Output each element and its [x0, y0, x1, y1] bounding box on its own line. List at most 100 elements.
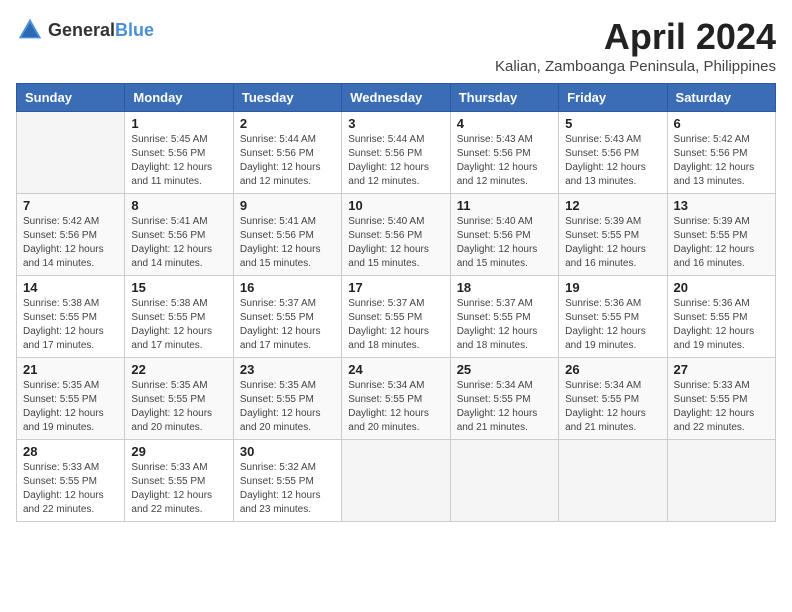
calendar-week-row: 28Sunrise: 5:33 AMSunset: 5:55 PMDayligh… [17, 440, 776, 522]
calendar-cell: 13 Sunrise: 5:39 AMSunset: 5:55 PMDayligh… [667, 194, 775, 276]
day-number: 1 [131, 116, 226, 131]
day-number: 23 [240, 362, 335, 377]
weekday-header-tuesday: Tuesday [233, 84, 341, 112]
calendar-cell: 25Sunrise: 5:34 AMSunset: 5:55 PMDayligh… [450, 358, 558, 440]
day-number: 30 [240, 444, 335, 459]
weekday-header-sunday: Sunday [17, 84, 125, 112]
day-number: 16 [240, 280, 335, 295]
day-info: Sunrise: 5:38 AMSunset: 5:55 PMDaylight:… [131, 297, 226, 353]
day-number: 8 [131, 198, 226, 213]
calendar-cell: 3 Sunrise: 5:44 AMSunset: 5:56 PMDaylight… [342, 112, 450, 194]
day-number: 27 [674, 362, 769, 377]
day-info: Sunrise: 5:40 AMSunset: 5:56 PMDaylight:… [457, 215, 552, 271]
day-info: Sunrise: 5:39 AMSunset: 5:55 PMDaylight:… [674, 215, 769, 271]
day-number: 10 [348, 198, 443, 213]
calendar-cell: 1 Sunrise: 5:45 AMSunset: 5:56 PMDaylight… [125, 112, 233, 194]
calendar-cell: 27 Sunrise: 5:33 AMSunset: 5:55 PMDayligh… [667, 358, 775, 440]
day-number: 22 [131, 362, 226, 377]
weekday-header-saturday: Saturday [667, 84, 775, 112]
day-info: Sunrise: 5:34 AMSunset: 5:55 PMDaylight:… [348, 379, 443, 435]
calendar-cell: 5 Sunrise: 5:43 AMSunset: 5:56 PMDaylight… [559, 112, 667, 194]
calendar-table: SundayMondayTuesdayWednesdayThursdayFrid… [16, 83, 776, 522]
calendar-cell [342, 440, 450, 522]
day-number: 5 [565, 116, 660, 131]
calendar-cell [667, 440, 775, 522]
day-info: Sunrise: 5:43 AMSunset: 5:56 PMDaylight:… [565, 133, 660, 189]
calendar-cell: 14 Sunrise: 5:38 AMSunset: 5:55 PMDayligh… [17, 276, 125, 358]
calendar-cell: 11 Sunrise: 5:40 AMSunset: 5:56 PMDayligh… [450, 194, 558, 276]
calendar-cell: 7Sunrise: 5:42 AMSunset: 5:56 PMDaylight… [17, 194, 125, 276]
day-info: Sunrise: 5:39 AMSunset: 5:55 PMDaylight:… [565, 215, 660, 271]
calendar-cell: 18 Sunrise: 5:37 AMSunset: 5:55 PMDayligh… [450, 276, 558, 358]
calendar-cell: 15 Sunrise: 5:38 AMSunset: 5:55 PMDayligh… [125, 276, 233, 358]
calendar-cell: 22 Sunrise: 5:35 AMSunset: 5:55 PMDayligh… [125, 358, 233, 440]
day-info: Sunrise: 5:36 AMSunset: 5:55 PMDaylight:… [674, 297, 769, 353]
calendar-cell: 8Sunrise: 5:41 AMSunset: 5:56 PMDaylight… [125, 194, 233, 276]
day-number: 3 [348, 116, 443, 131]
calendar-cell: 19 Sunrise: 5:36 AMSunset: 5:55 PMDayligh… [559, 276, 667, 358]
day-number: 18 [457, 280, 552, 295]
logo: GeneralBlue [16, 16, 154, 44]
day-number: 21 [23, 362, 118, 377]
logo-text-blue: Blue [115, 20, 154, 40]
calendar-cell: 20 Sunrise: 5:36 AMSunset: 5:55 PMDayligh… [667, 276, 775, 358]
day-info: Sunrise: 5:37 AMSunset: 5:55 PMDaylight:… [457, 297, 552, 353]
day-info: Sunrise: 5:40 AMSunset: 5:56 PMDaylight:… [348, 215, 443, 271]
day-number: 4 [457, 116, 552, 131]
day-number: 24 [348, 362, 443, 377]
day-info: Sunrise: 5:32 AMSunset: 5:55 PMDaylight:… [240, 461, 335, 517]
day-info: Sunrise: 5:35 AMSunset: 5:55 PMDaylight:… [240, 379, 335, 435]
calendar-week-row: 14 Sunrise: 5:38 AMSunset: 5:55 PMDayligh… [17, 276, 776, 358]
calendar-cell: 28Sunrise: 5:33 AMSunset: 5:55 PMDayligh… [17, 440, 125, 522]
day-number: 19 [565, 280, 660, 295]
day-info: Sunrise: 5:43 AMSunset: 5:56 PMDaylight:… [457, 133, 552, 189]
day-info: Sunrise: 5:45 AMSunset: 5:56 PMDaylight:… [131, 133, 226, 189]
day-info: Sunrise: 5:44 AMSunset: 5:56 PMDaylight:… [240, 133, 335, 189]
calendar-cell: 6 Sunrise: 5:42 AMSunset: 5:56 PMDaylight… [667, 112, 775, 194]
day-number: 11 [457, 198, 552, 213]
day-number: 9 [240, 198, 335, 213]
day-info: Sunrise: 5:34 AMSunset: 5:55 PMDaylight:… [457, 379, 552, 435]
logo-icon [16, 16, 44, 44]
weekday-header-row: SundayMondayTuesdayWednesdayThursdayFrid… [17, 84, 776, 112]
day-info: Sunrise: 5:33 AMSunset: 5:55 PMDaylight:… [674, 379, 769, 435]
day-info: Sunrise: 5:42 AMSunset: 5:56 PMDaylight:… [674, 133, 769, 189]
weekday-header-wednesday: Wednesday [342, 84, 450, 112]
calendar-cell: 12 Sunrise: 5:39 AMSunset: 5:55 PMDayligh… [559, 194, 667, 276]
calendar-week-row: 21 Sunrise: 5:35 AMSunset: 5:55 PMDayligh… [17, 358, 776, 440]
day-number: 12 [565, 198, 660, 213]
title-area: April 2024 Kalian, Zamboanga Peninsula, … [495, 16, 776, 75]
calendar-cell: 4 Sunrise: 5:43 AMSunset: 5:56 PMDaylight… [450, 112, 558, 194]
calendar-cell: 2 Sunrise: 5:44 AMSunset: 5:56 PMDaylight… [233, 112, 341, 194]
day-number: 2 [240, 116, 335, 131]
logo-text-general: General [48, 20, 115, 40]
day-number: 26 [565, 362, 660, 377]
day-info: Sunrise: 5:41 AMSunset: 5:56 PMDaylight:… [240, 215, 335, 271]
calendar-cell: 17Sunrise: 5:37 AMSunset: 5:55 PMDayligh… [342, 276, 450, 358]
weekday-header-thursday: Thursday [450, 84, 558, 112]
day-number: 15 [131, 280, 226, 295]
day-number: 17 [348, 280, 443, 295]
day-number: 13 [674, 198, 769, 213]
day-number: 14 [23, 280, 118, 295]
day-info: Sunrise: 5:35 AMSunset: 5:55 PMDaylight:… [23, 379, 118, 435]
calendar-cell: 9 Sunrise: 5:41 AMSunset: 5:56 PMDaylight… [233, 194, 341, 276]
day-info: Sunrise: 5:33 AMSunset: 5:55 PMDaylight:… [131, 461, 226, 517]
day-info: Sunrise: 5:35 AMSunset: 5:55 PMDaylight:… [131, 379, 226, 435]
day-info: Sunrise: 5:34 AMSunset: 5:55 PMDaylight:… [565, 379, 660, 435]
day-info: Sunrise: 5:37 AMSunset: 5:55 PMDaylight:… [240, 297, 335, 353]
calendar-week-row: 7Sunrise: 5:42 AMSunset: 5:56 PMDaylight… [17, 194, 776, 276]
calendar-cell: 16 Sunrise: 5:37 AMSunset: 5:55 PMDayligh… [233, 276, 341, 358]
day-info: Sunrise: 5:36 AMSunset: 5:55 PMDaylight:… [565, 297, 660, 353]
day-number: 20 [674, 280, 769, 295]
calendar-cell: 10 Sunrise: 5:40 AMSunset: 5:56 PMDayligh… [342, 194, 450, 276]
page-header: GeneralBlue April 2024 Kalian, Zamboanga… [16, 16, 776, 75]
calendar-cell: 21 Sunrise: 5:35 AMSunset: 5:55 PMDayligh… [17, 358, 125, 440]
day-number: 6 [674, 116, 769, 131]
month-title: April 2024 [495, 16, 776, 58]
calendar-cell: 26 Sunrise: 5:34 AMSunset: 5:55 PMDayligh… [559, 358, 667, 440]
day-info: Sunrise: 5:44 AMSunset: 5:56 PMDaylight:… [348, 133, 443, 189]
weekday-header-friday: Friday [559, 84, 667, 112]
day-info: Sunrise: 5:38 AMSunset: 5:55 PMDaylight:… [23, 297, 118, 353]
calendar-cell [450, 440, 558, 522]
